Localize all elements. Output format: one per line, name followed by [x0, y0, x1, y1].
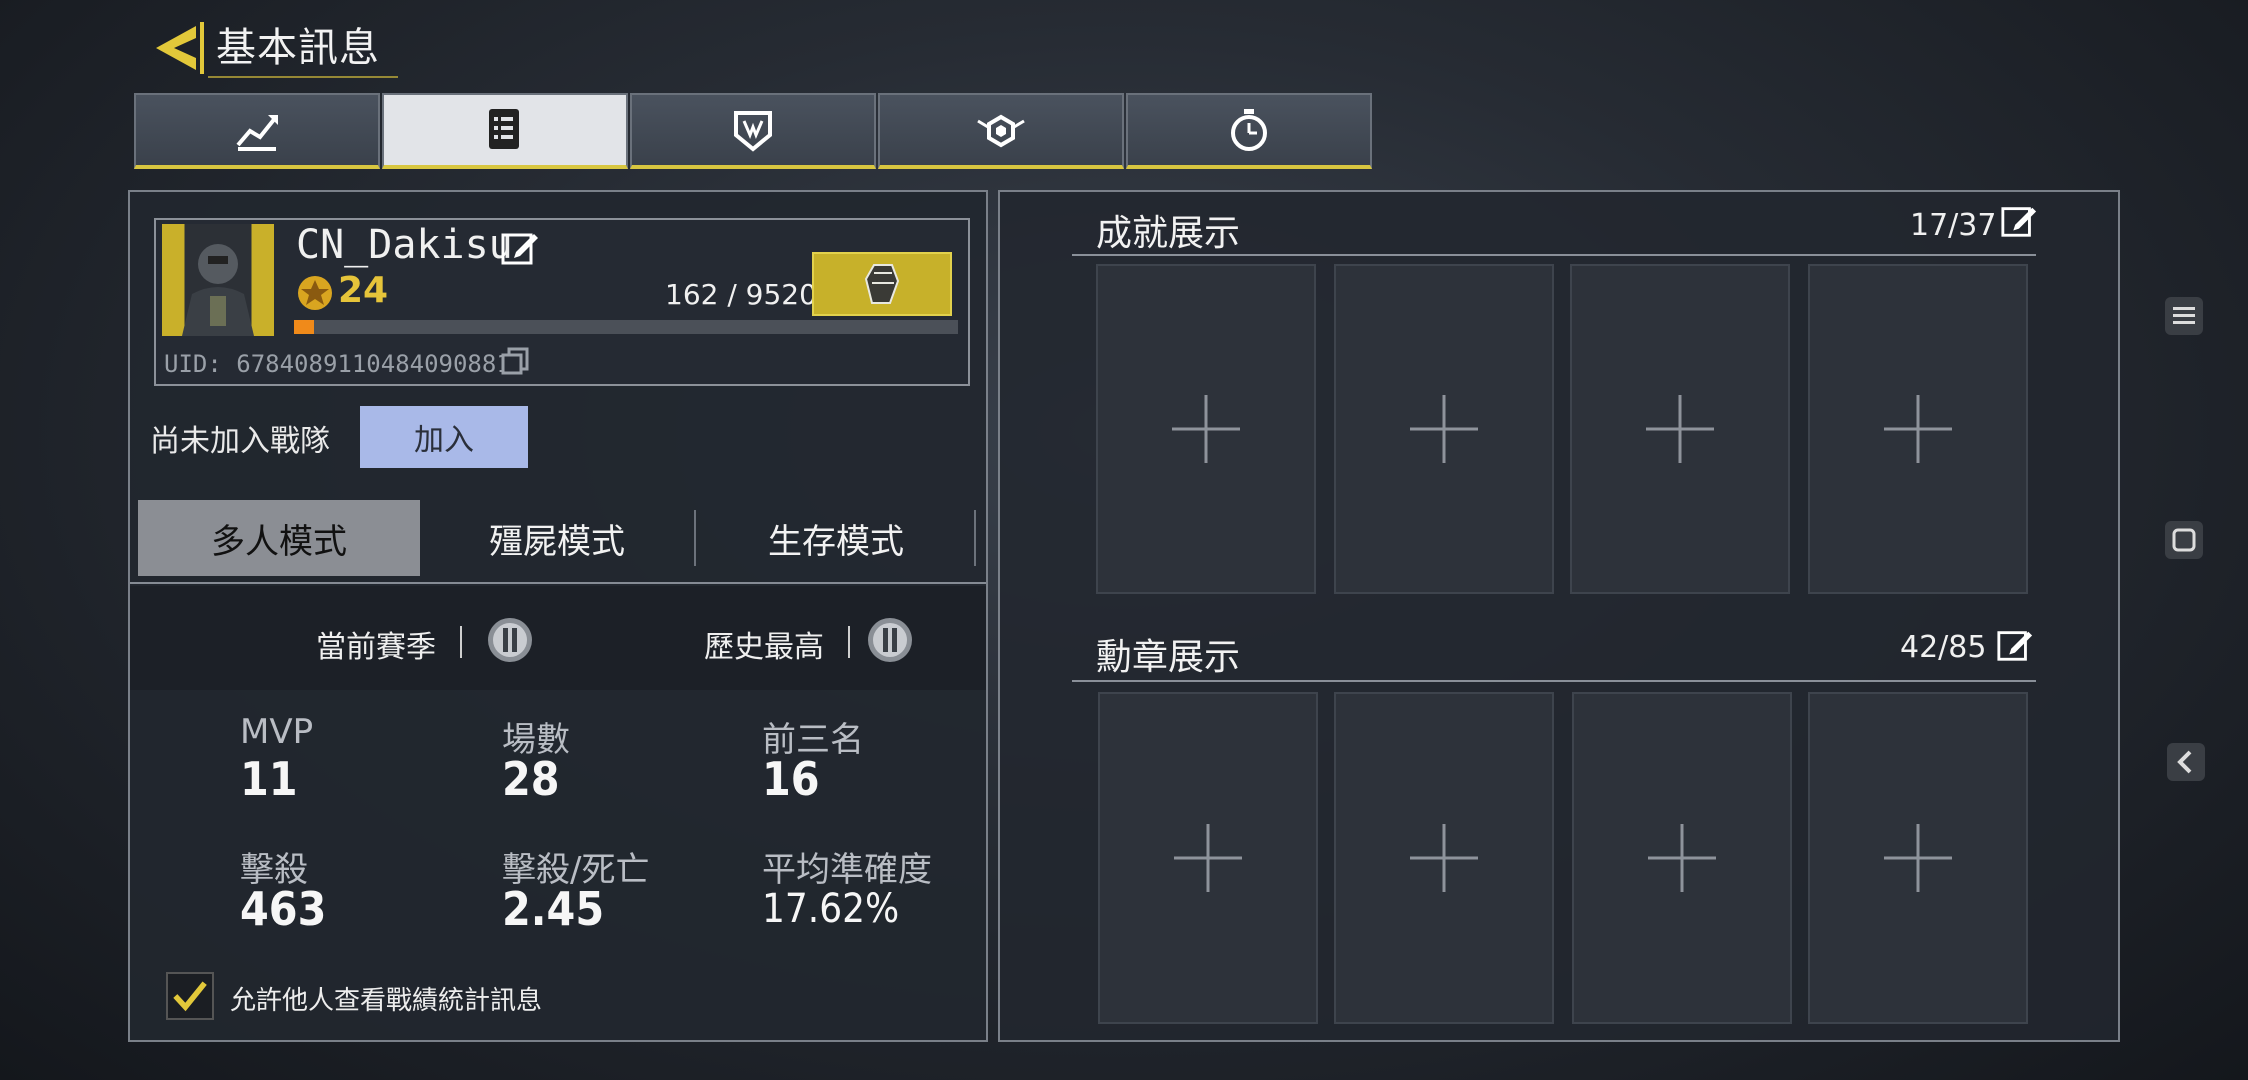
chevron-left-icon — [2167, 743, 2205, 781]
plus-icon — [1884, 824, 1952, 892]
edit-icon — [2001, 207, 2037, 237]
weapon-skin-button[interactable] — [812, 252, 952, 316]
plus-icon — [1884, 395, 1952, 463]
stat-label: 平均準確度 — [762, 850, 932, 890]
medal-count: 42/85 — [1900, 630, 1987, 665]
winged-emblem-icon — [977, 114, 1025, 148]
tab-basic-info[interactable] — [382, 93, 628, 169]
plus-icon — [1646, 395, 1714, 463]
menu-icon — [2165, 297, 2203, 335]
edit-icon — [1997, 631, 2033, 661]
achievement-slot[interactable] — [1808, 264, 2028, 594]
checkmark-icon — [173, 981, 207, 1012]
copy-uid-button[interactable] — [500, 346, 530, 376]
allow-stats-checkbox[interactable] — [166, 972, 214, 1020]
mode-divider — [694, 510, 696, 566]
tab-timer[interactable] — [1126, 93, 1372, 169]
label-divider — [460, 626, 462, 658]
stats-chart-icon — [236, 115, 278, 151]
achievement-title: 成就展示 — [1096, 213, 1241, 254]
glove-icon — [864, 264, 900, 304]
uid-text: UID: 6784089110484090881 — [164, 350, 511, 378]
edit-name-button[interactable] — [500, 228, 540, 268]
player-level: 24 — [338, 270, 389, 311]
page-title: 基本訊息 — [216, 25, 380, 71]
system-back-button[interactable] — [2166, 742, 2206, 782]
xp-progress-text: 162 / 9520 — [665, 278, 817, 311]
xp-progress-fill — [294, 320, 314, 334]
achievement-count: 17/37 — [1910, 208, 1997, 243]
menu-button[interactable] — [2164, 296, 2204, 336]
season-rank-row — [130, 586, 986, 690]
section-divider — [1072, 680, 2036, 682]
section-divider — [1072, 254, 2036, 256]
best-season-rank[interactable] — [866, 616, 914, 664]
copy-icon — [501, 347, 529, 375]
achievement-slot[interactable] — [1570, 264, 1790, 594]
mode-divider — [974, 510, 976, 566]
tab-survival[interactable]: 生存模式 — [696, 500, 976, 576]
rank-badge-icon — [488, 618, 532, 662]
stat-value: 16 — [762, 752, 820, 806]
document-list-icon — [489, 109, 519, 149]
plus-icon — [1410, 395, 1478, 463]
rank-badge-icon — [868, 618, 912, 662]
medal-title: 勳章展示 — [1096, 637, 1241, 678]
stat-value: 17.62% — [762, 886, 900, 932]
medal-slot[interactable] — [1808, 692, 2028, 1024]
mode-underline — [130, 582, 986, 584]
stat-value: 11 — [240, 752, 298, 806]
medal-slot[interactable] — [1572, 692, 1792, 1024]
medal-slot[interactable] — [1334, 692, 1554, 1024]
medal-slot[interactable] — [1098, 692, 1318, 1024]
avatar[interactable] — [162, 224, 274, 336]
edit-icon — [501, 233, 538, 265]
stat-value: 28 — [502, 752, 560, 806]
best-season-label: 歷史最高 — [704, 630, 824, 665]
stat-value: 463 — [240, 882, 327, 936]
soldier-portrait-icon — [182, 244, 254, 336]
allow-stats-label: 允許他人查看戰績統計訊息 — [230, 986, 543, 1016]
shield-icon — [734, 111, 772, 152]
home-square-icon — [2165, 521, 2203, 559]
plus-icon — [1174, 824, 1242, 892]
label-divider — [848, 626, 850, 658]
achievement-slot[interactable] — [1334, 264, 1554, 594]
star-badge-icon — [298, 276, 332, 310]
stat-value: 2.45 — [502, 882, 605, 936]
tab-emblem[interactable] — [878, 93, 1124, 169]
back-button[interactable] — [150, 20, 206, 76]
achievement-slot[interactable] — [1096, 264, 1316, 594]
current-season-label: 當前賽季 — [316, 630, 436, 665]
xp-progress-bar — [294, 320, 958, 334]
stat-label: MVP — [240, 712, 314, 752]
level-badge — [296, 274, 334, 312]
plus-icon — [1172, 395, 1240, 463]
home-button[interactable] — [2164, 520, 2204, 560]
tab-zombie[interactable]: 殭屍模式 — [420, 500, 694, 576]
edit-medals-button[interactable] — [1996, 626, 2034, 664]
plus-icon — [1648, 824, 1716, 892]
current-season-rank[interactable] — [486, 616, 534, 664]
join-team-button[interactable]: 加入 — [360, 406, 528, 468]
edit-achievements-button[interactable] — [2000, 202, 2038, 240]
team-status: 尚未加入戰隊 — [150, 424, 330, 459]
player-name: CN_Dakisu — [296, 222, 513, 268]
tab-multiplayer[interactable]: 多人模式 — [138, 500, 420, 576]
tab-stats[interactable] — [134, 93, 380, 169]
title-underline — [208, 76, 398, 78]
stopwatch-icon — [1231, 109, 1267, 151]
tab-shield[interactable] — [630, 93, 876, 169]
plus-icon — [1410, 824, 1478, 892]
back-arrow-icon — [156, 22, 204, 74]
